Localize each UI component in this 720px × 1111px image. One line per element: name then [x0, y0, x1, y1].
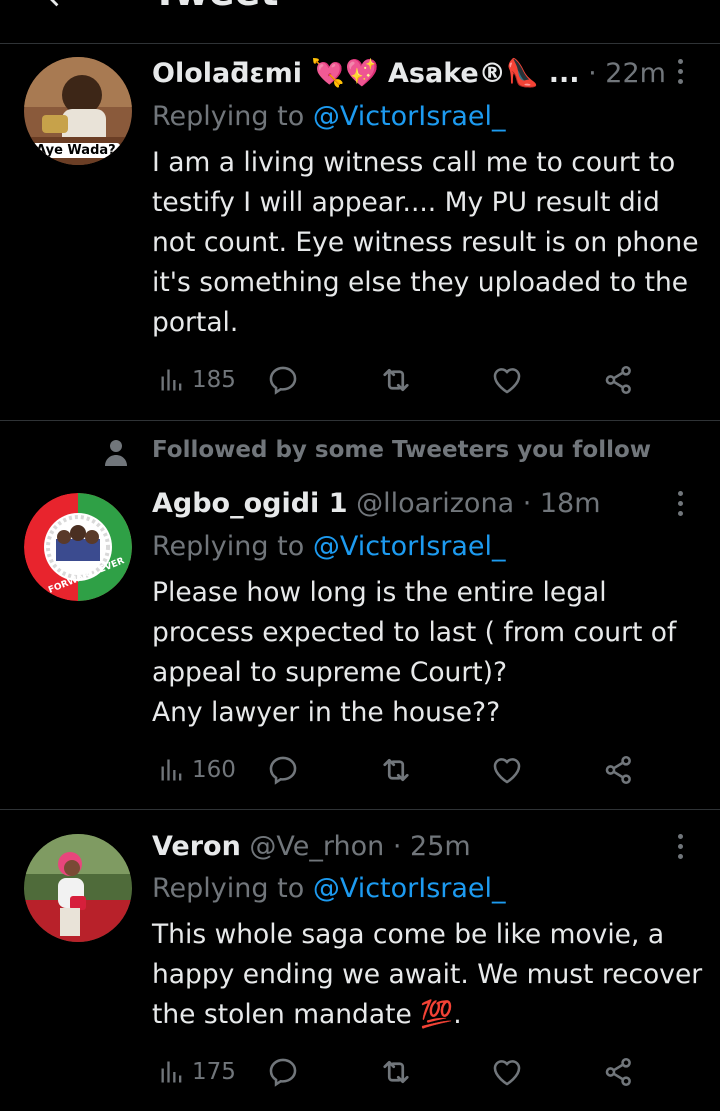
author-name[interactable]: Ololaƌɛmi 💘💖 Asake®👠 ...	[152, 58, 580, 89]
social-context: Followed by some Tweeters you follow	[152, 437, 652, 463]
back-button[interactable]	[40, 0, 74, 16]
tweet-reply[interactable]: Aye Wada? Ololaƌɛmi 💘💖 Asake®👠 ... · 22m…	[0, 44, 720, 421]
like-button[interactable]	[490, 1054, 524, 1090]
retweet-button[interactable]	[378, 362, 414, 398]
views-button[interactable]: 185	[158, 362, 236, 398]
tweet-text: Please how long is the entire legal proc…	[152, 577, 677, 728]
share-button[interactable]	[602, 752, 636, 788]
replying-to: Replying to @VictorIsrael_	[152, 869, 506, 909]
tweet-reply[interactable]: Followed by some Tweeters you follow FOR…	[0, 421, 720, 810]
mention-link[interactable]: @VictorIsrael_	[313, 531, 506, 562]
views-count: 160	[192, 757, 236, 783]
more-options-button[interactable]	[672, 59, 688, 89]
more-dot	[677, 501, 683, 506]
heart-icon	[493, 368, 521, 394]
bar-chart-icon	[161, 1061, 182, 1083]
replying-to: Replying to @VictorIsrael_	[152, 97, 506, 137]
reply-button[interactable]	[266, 1054, 300, 1090]
author-handle[interactable]: @Ve_rhon	[249, 831, 384, 862]
reply-icon	[269, 756, 297, 785]
tweet-time[interactable]: · 22m	[588, 58, 666, 89]
page-title: Tweet	[152, 0, 279, 14]
tweet-author-line: Veron @Ve_rhon · 25m	[152, 827, 471, 867]
like-button[interactable]	[490, 362, 524, 398]
views-button[interactable]: 160	[158, 752, 236, 788]
more-dot	[677, 69, 683, 74]
retweet-icon	[383, 758, 409, 782]
arrow-left-icon	[50, 0, 59, 7]
author-handle[interactable]: @lloarizona	[356, 488, 514, 519]
more-dot	[677, 844, 683, 849]
reply-button[interactable]	[266, 752, 300, 788]
tweet-text: I am a living witness call me to court t…	[152, 147, 699, 338]
share-button[interactable]	[602, 1054, 636, 1090]
views-count: 175	[192, 1059, 236, 1085]
more-dot	[677, 79, 683, 84]
tweet-text: This whole saga come be like movie, a ha…	[152, 919, 703, 1030]
retweet-icon	[383, 368, 409, 392]
replying-to-label: Replying to	[152, 101, 305, 132]
tweet-time[interactable]: · 25m	[393, 831, 471, 862]
share-icon	[605, 365, 631, 395]
replying-to-label: Replying to	[152, 873, 305, 904]
tweet-header: Tweet	[0, 0, 720, 44]
share-button[interactable]	[602, 362, 636, 398]
more-dot	[677, 511, 683, 516]
tweet-reply[interactable]: Veron @Ve_rhon · 25m Replying to @Victor…	[0, 810, 720, 1111]
author-name[interactable]: Veron	[152, 831, 241, 862]
retweet-button[interactable]	[378, 752, 414, 788]
share-icon	[605, 755, 631, 785]
reply-icon	[269, 1058, 297, 1087]
bar-chart-icon	[161, 369, 182, 391]
more-dot	[677, 834, 683, 839]
tweet-actions: 160	[152, 752, 652, 788]
replying-to: Replying to @VictorIsrael_	[152, 527, 506, 567]
heart-icon	[493, 1060, 521, 1086]
tweet-actions: 175	[152, 1054, 652, 1090]
views-button[interactable]: 175	[158, 1054, 236, 1090]
more-dot	[677, 491, 683, 496]
mention-link[interactable]: @VictorIsrael_	[313, 101, 506, 132]
person-icon	[104, 439, 128, 471]
like-button[interactable]	[490, 752, 524, 788]
avatar[interactable]: FORWARD EVER	[24, 493, 132, 601]
tweet-author-line: Ololaƌɛmi 💘💖 Asake®👠 ... · 22m	[152, 54, 666, 94]
more-dot	[677, 59, 683, 64]
avatar-image	[24, 834, 132, 942]
more-options-button[interactable]	[672, 834, 688, 864]
mention-link[interactable]: @VictorIsrael_	[313, 873, 506, 904]
tweet-actions: 185	[152, 362, 652, 398]
views-count: 185	[192, 367, 236, 393]
avatar-caption: Aye Wada?	[32, 143, 120, 158]
replying-to-label: Replying to	[152, 531, 305, 562]
reply-button[interactable]	[266, 362, 300, 398]
tweet-time[interactable]: · 18m	[523, 488, 601, 519]
more-options-button[interactable]	[672, 491, 688, 521]
author-name[interactable]: Agbo_ogidi 1	[152, 488, 348, 519]
more-dot	[677, 854, 683, 859]
bar-chart-icon	[161, 759, 182, 781]
avatar[interactable]: Aye Wada?	[24, 57, 132, 165]
share-icon	[605, 1057, 631, 1087]
tweet-author-line: Agbo_ogidi 1 @lloarizona · 18m	[152, 484, 601, 524]
heart-icon	[493, 758, 521, 784]
avatar[interactable]	[24, 834, 132, 942]
retweet-button[interactable]	[378, 1054, 414, 1090]
retweet-icon	[383, 1060, 409, 1084]
reply-icon	[269, 366, 297, 395]
